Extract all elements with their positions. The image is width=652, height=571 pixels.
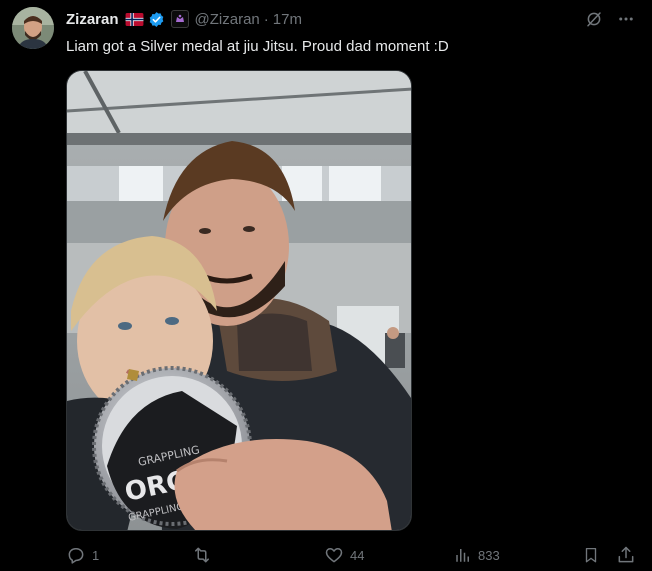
view-count: 833 xyxy=(478,547,500,563)
like-button[interactable]: 44 xyxy=(324,544,364,566)
top-actions xyxy=(584,9,636,29)
grok-icon[interactable] xyxy=(584,9,604,29)
verified-badge-icon[interactable] xyxy=(148,11,165,28)
tweet-text: Liam got a Silver medal at jiu Jitsu. Pr… xyxy=(66,38,449,55)
display-name[interactable]: Zizaran xyxy=(66,11,119,28)
handle[interactable]: @Zizaran xyxy=(195,11,260,28)
heart-icon xyxy=(325,548,343,563)
action-bar: 1 44 833 xyxy=(66,544,638,566)
timestamp[interactable]: 17m xyxy=(273,11,302,28)
share-icon xyxy=(618,546,634,563)
bookmark-button[interactable] xyxy=(582,544,600,566)
reply-button[interactable]: 1 xyxy=(66,544,99,566)
repost-button[interactable] xyxy=(192,544,218,566)
tweet-header: Zizaran @Zizaran · 17m xyxy=(66,9,302,29)
views-button[interactable]: 833 xyxy=(454,544,500,566)
tweet: Zizaran @Zizaran · 17m Liam got a Silver… xyxy=(0,0,652,571)
views-icon xyxy=(456,549,469,562)
separator: · xyxy=(263,10,269,28)
reply-icon xyxy=(68,548,84,564)
reply-count: 1 xyxy=(92,547,100,563)
like-count: 44 xyxy=(350,547,365,563)
profile-photo xyxy=(12,7,54,49)
share-button[interactable] xyxy=(616,544,636,566)
more-icon[interactable] xyxy=(616,9,636,29)
norway-flag-icon xyxy=(125,12,144,26)
bookmark-icon xyxy=(585,547,597,563)
media-photo: GRAPPLING ORGE GRAPPLING xyxy=(67,71,411,530)
tweet-media[interactable]: GRAPPLING ORGE GRAPPLING xyxy=(66,70,412,531)
repost-icon xyxy=(195,547,209,563)
avatar[interactable] xyxy=(12,7,54,49)
affiliate-badge-icon[interactable] xyxy=(170,10,189,28)
